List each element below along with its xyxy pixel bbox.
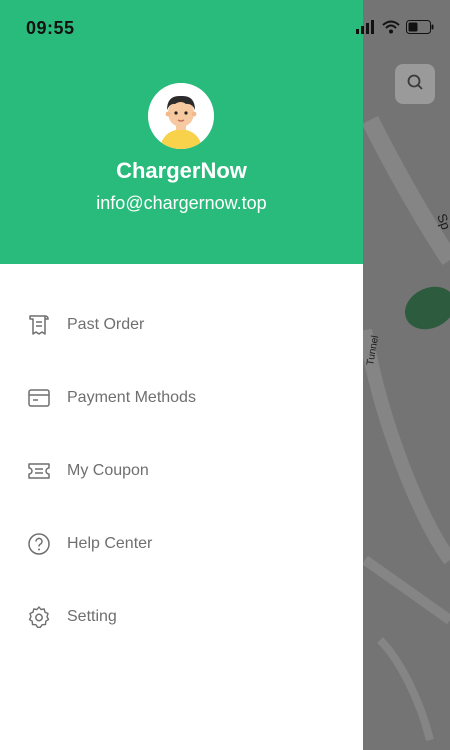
menu-label: Past Order <box>67 315 145 333</box>
status-time: 09:55 <box>26 18 75 38</box>
avatar-boy-icon <box>148 83 214 149</box>
receipt-icon <box>26 312 52 338</box>
menu-label: Setting <box>67 607 117 625</box>
map-search-button[interactable] <box>395 64 435 104</box>
avatar[interactable] <box>148 83 214 149</box>
menu-item-my-coupon[interactable]: My Coupon <box>0 434 363 507</box>
search-icon <box>406 73 424 96</box>
card-icon <box>26 385 52 411</box>
menu-label: My Coupon <box>67 461 149 479</box>
menu-label: Payment Methods <box>67 388 196 406</box>
signal-icon <box>356 20 376 39</box>
menu-label: Help Center <box>67 534 153 552</box>
wifi-icon <box>382 20 400 39</box>
status-icons <box>356 20 434 39</box>
menu-item-past-order[interactable]: Past Order <box>0 288 363 361</box>
drawer-menu: Past Order Payment Methods My Coupon Hel… <box>0 288 363 653</box>
settings-icon <box>26 604 52 630</box>
battery-icon <box>406 20 434 39</box>
side-drawer: ChargerNow info@chargernow.top Past Orde… <box>0 0 363 750</box>
profile-email: info@chargernow.top <box>96 193 267 213</box>
menu-item-help-center[interactable]: Help Center <box>0 507 363 580</box>
menu-item-payment-methods[interactable]: Payment Methods <box>0 361 363 434</box>
coupon-icon <box>26 458 52 484</box>
status-bar: 09:55 <box>0 0 450 52</box>
profile-name: ChargerNow <box>116 158 247 183</box>
menu-item-setting[interactable]: Setting <box>0 580 363 653</box>
help-icon <box>26 531 52 557</box>
